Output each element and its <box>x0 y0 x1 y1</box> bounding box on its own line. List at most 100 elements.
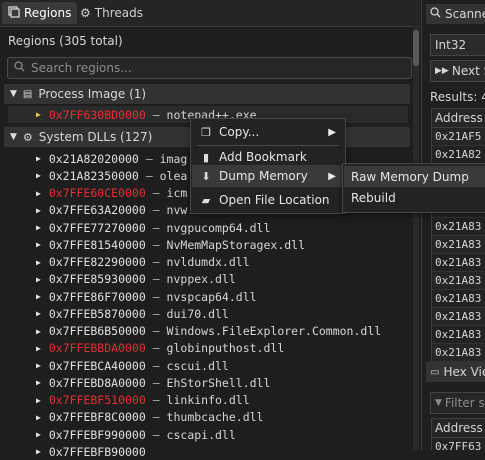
row-module-name: dui70.dll <box>166 306 229 321</box>
result-row[interactable]: 0x21A83 <box>432 254 485 272</box>
row-address: 0x21A82350000 <box>48 168 139 183</box>
row-module-name: linkinfo.dll <box>166 393 250 407</box>
result-row[interactable]: 0x21A83 <box>432 326 485 344</box>
row-address: 0x7FFEB6B50000 <box>48 324 146 338</box>
row-address: 0x7FFE81540000 <box>48 237 146 252</box>
gear-icon: ⚙ <box>80 6 91 20</box>
row-address: 0x7FFE77270000 <box>48 220 146 235</box>
row-address: 0x7FFE60CE0000 <box>48 186 146 200</box>
expand-arrow-icon: ▶ <box>36 447 41 457</box>
scrollbar-thumb[interactable] <box>413 30 419 66</box>
dll-row[interactable]: ▶ 0x7FFEBFB90000 <box>36 443 146 460</box>
address-column-header[interactable]: Address <box>432 109 485 128</box>
hex-filter-input[interactable]: ▼ Filter s <box>430 392 485 414</box>
row-module-name: EhStorShell.dll <box>166 375 271 390</box>
expand-arrow-icon: ▶ <box>36 361 41 370</box>
dump-memory-submenu: Raw Memory Dump Rebuild <box>342 163 485 213</box>
scrollbar[interactable] <box>413 26 419 450</box>
search-icon <box>430 7 441 21</box>
next-scan-button[interactable]: ▶▶ Next Sc <box>430 60 485 82</box>
menu-item-dump-memory[interactable]: ⬇ Dump Memory ▶ <box>192 165 344 187</box>
tab-bar: Regions ⚙ Threads <box>0 0 420 27</box>
dll-row[interactable]: ▶ 0x7FFEBBDA0000 – globinputhost.dll <box>36 340 284 357</box>
document-icon: ▤ <box>22 88 33 100</box>
result-row[interactable]: 0x21A83 <box>432 308 485 326</box>
menu-item-copy[interactable]: ❐ Copy... ▶ <box>192 121 344 143</box>
tab-threads[interactable]: ⚙ Threads <box>74 2 149 24</box>
expand-arrow-icon: ▶ <box>36 343 41 353</box>
result-row[interactable]: 0x21A83 <box>432 236 485 254</box>
expand-arrow-icon: ▶ <box>36 412 41 422</box>
tab-threads-label: Threads <box>94 6 143 20</box>
row-address: 0x7FFEBBDA0000 <box>48 341 146 356</box>
group-process-image[interactable]: ▼ ▤ Process Image (1) <box>4 84 410 104</box>
value-type-select[interactable]: Int32 <box>430 34 485 56</box>
row-module-name: nvppex.dll <box>166 272 236 287</box>
row-module-name: nvldumdx.dll <box>166 255 250 269</box>
expand-arrow-icon: ▶ <box>36 223 41 232</box>
hex-icon: ▭ <box>430 366 440 378</box>
search-box[interactable] <box>7 57 412 79</box>
dll-row[interactable]: ▶ 0x7FFEBD8A0000 – EhStorShell.dll <box>36 374 270 391</box>
row-module-name: nvw <box>166 203 188 218</box>
layers-icon <box>8 5 20 21</box>
dump-icon: ⬇ <box>201 169 211 183</box>
next-scan-label: Next Sc <box>451 64 485 78</box>
menu-item-dump-memory-label: Dump Memory <box>219 169 308 183</box>
dll-row[interactable]: ▶ 0x7FFE81540000 – NvMemMapStoragex.dll <box>36 236 305 253</box>
expand-arrow-icon: ▶ <box>36 154 41 163</box>
result-row[interactable]: 0x21A83 <box>432 290 485 308</box>
bookmark-icon: ▮ <box>202 150 210 164</box>
expand-arrow-icon: ▶ <box>36 110 41 119</box>
dll-row[interactable]: ▶ 0x7FFE60CE0000 – icm <box>36 185 187 202</box>
row-module-name: icm <box>166 186 188 200</box>
collapse-arrow-icon: ▼ <box>10 89 17 99</box>
search-input[interactable] <box>29 60 393 76</box>
dll-row[interactable]: ▶ 0x7FFE63A20000 – nvw <box>36 202 187 219</box>
group-system-dlls-label: System DLLs (127) <box>38 130 153 144</box>
expand-arrow-icon: ▶ <box>36 395 41 405</box>
context-menu: ❐ Copy... ▶ ▮ Add Bookmark ⬇ Dump Memory… <box>190 118 346 214</box>
result-row[interactable]: 0x21AF5 <box>432 128 485 146</box>
results-table: Address 0x21AF5 0x21A82 0x21A83 0x21A83 0x21… <box>431 108 485 381</box>
menu-item-raw-memory-dump[interactable]: Raw Memory Dump <box>344 166 485 187</box>
scanner-panel: Scanne Int32 ▶▶ Next Sc Results: 49 Addr… <box>421 0 485 450</box>
dll-row[interactable]: ▶ 0x21A82020000 – imag <box>36 150 187 167</box>
folder-icon: ▰ <box>201 193 211 207</box>
dll-row[interactable]: ▶ 0x7FFEB5870000 – dui70.dll <box>36 305 229 322</box>
result-row[interactable]: 0x21A83 <box>432 344 485 362</box>
dll-row[interactable]: ▶ 0x7FFEBF8C0000 – thumbcache.dll <box>36 409 263 426</box>
row-address: 0x7FFEBF990000 <box>48 427 146 442</box>
row-module-name: NvMemMapStoragex.dll <box>166 237 306 252</box>
row-module-name: thumbcache.dll <box>166 410 264 425</box>
row-address: 0x7FFEB5870000 <box>48 306 146 321</box>
dll-row[interactable]: ▶ 0x7FFE86F70000 – nvspcap64.dll <box>36 288 257 305</box>
dll-row[interactable]: ▶ 0x7FFE82290000 – nvldumdx.dll <box>36 254 250 271</box>
value-type-value: Int32 <box>435 38 467 52</box>
tab-regions[interactable]: Regions <box>2 2 78 24</box>
row-address: 0x7FFEBF510000 <box>48 393 146 407</box>
row-module-name: imag <box>159 151 188 166</box>
row-address: 0x7FFE63A20000 <box>48 203 146 218</box>
menu-item-rebuild[interactable]: Rebuild <box>344 187 485 208</box>
results-count: Results: 49 <box>430 90 485 104</box>
expand-arrow-icon: ▶ <box>36 378 41 388</box>
hex-address-header[interactable]: Address <box>432 419 485 438</box>
row-address: 0x7FFE85930000 <box>48 272 146 287</box>
dll-row[interactable]: ▶ 0x7FFEBCA40000 – cscui.dll <box>36 357 229 374</box>
hex-filter-placeholder: Filter s <box>444 396 485 410</box>
row-module-name: cscui.dll <box>166 358 229 373</box>
dll-row[interactable]: ▶ 0x7FFEBF510000 – linkinfo.dll <box>36 392 250 409</box>
result-row[interactable]: 0x21A82 <box>432 146 485 164</box>
menu-item-open-file-location[interactable]: ▰ Open File Location <box>192 189 344 211</box>
result-row[interactable]: 0x21A83 <box>432 218 485 236</box>
dll-row[interactable]: ▶ 0x7FFE77270000 – nvgpucomp64.dll <box>36 219 270 236</box>
row-module-name: nvspcap64.dll <box>166 289 257 304</box>
dll-row[interactable]: ▶ 0x7FFEBF990000 – cscapi.dll <box>36 426 236 443</box>
result-row[interactable]: 0x21A83 <box>432 272 485 290</box>
dll-row[interactable]: ▶ 0x7FFEB6B50000 – Windows.FileExplorer.C… <box>36 323 381 340</box>
hex-row[interactable]: 0x7FF63 <box>432 438 485 450</box>
dll-row[interactable]: ▶ 0x7FFE85930000 – nvppex.dll <box>36 271 236 288</box>
expand-arrow-icon: ▶ <box>36 171 41 181</box>
dll-row[interactable]: ▶ 0x21A82350000 – olea <box>36 167 187 184</box>
